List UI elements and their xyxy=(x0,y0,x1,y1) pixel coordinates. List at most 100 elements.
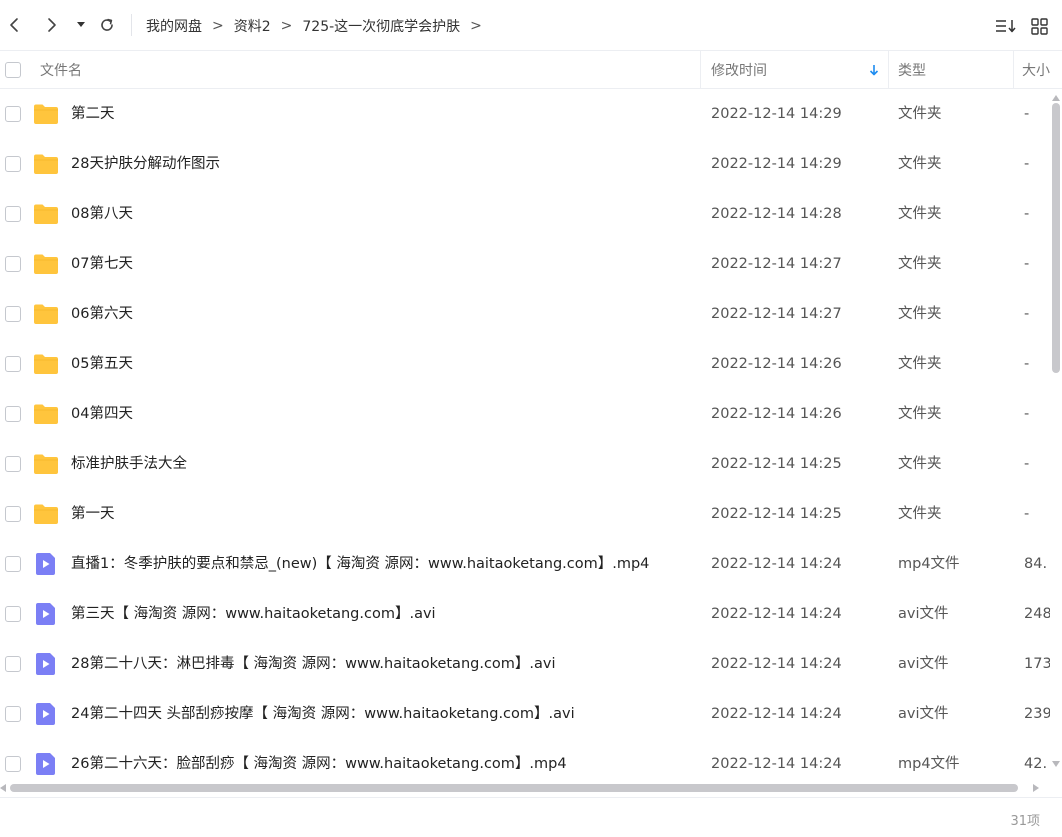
caret-down-icon xyxy=(77,22,85,27)
scroll-right-arrow-icon[interactable] xyxy=(1033,784,1039,792)
file-row[interactable]: 07第七天 2022-12-14 14:27 文件夹 - xyxy=(0,239,1050,289)
file-size: - xyxy=(1024,406,1030,422)
file-type: avi文件 xyxy=(898,656,949,672)
grid-view-button[interactable] xyxy=(1031,15,1051,37)
sort-desc-arrow-icon[interactable] xyxy=(869,51,879,89)
breadcrumb-separator: > xyxy=(280,18,293,34)
column-divider[interactable] xyxy=(888,51,889,89)
column-divider[interactable] xyxy=(700,51,701,89)
row-checkbox[interactable] xyxy=(5,756,21,772)
file-name[interactable]: 第三天【 海淘资 源网：www.haitaoketang.com】.avi xyxy=(71,589,436,639)
file-name[interactable]: 05第五天 xyxy=(71,339,133,389)
horizontal-scrollbar[interactable] xyxy=(0,779,1050,797)
file-name[interactable]: 28天护肤分解动作图示 xyxy=(71,139,220,189)
column-header-name[interactable]: 文件名 xyxy=(40,51,82,89)
breadcrumb-item[interactable]: 资料2 xyxy=(234,16,271,36)
column-header-size[interactable]: 大小 xyxy=(1022,51,1050,89)
scroll-left-arrow-icon[interactable] xyxy=(0,784,6,792)
file-type: 文件夹 xyxy=(898,206,942,222)
file-row[interactable]: 直播1：冬季护肤的要点和禁忌_(new)【 海淘资 源网：www.haitaok… xyxy=(0,539,1050,589)
row-checkbox[interactable] xyxy=(5,706,21,722)
file-row[interactable]: 05第五天 2022-12-14 14:26 文件夹 - xyxy=(0,339,1050,389)
row-checkbox[interactable] xyxy=(5,356,21,372)
file-row[interactable]: 第三天【 海淘资 源网：www.haitaoketang.com】.avi 202… xyxy=(0,589,1050,639)
file-size: - xyxy=(1024,156,1030,172)
file-name[interactable]: 直播1：冬季护肤的要点和禁忌_(new)【 海淘资 源网：www.haitaok… xyxy=(71,539,649,589)
file-row[interactable]: 28第二十八天：淋巴排毒【 海淘资 源网：www.haitaoketang.co… xyxy=(0,639,1050,689)
horizontal-scrollbar-thumb[interactable] xyxy=(10,784,1018,792)
breadcrumb-separator: > xyxy=(470,18,482,34)
row-checkbox[interactable] xyxy=(5,506,21,522)
file-modified-time: 2022-12-14 14:24 xyxy=(711,556,842,572)
scroll-down-arrow-icon[interactable] xyxy=(1052,761,1060,767)
row-checkbox[interactable] xyxy=(5,656,21,672)
row-checkbox[interactable] xyxy=(5,256,21,272)
select-all-checkbox[interactable] xyxy=(5,62,21,78)
file-type: 文件夹 xyxy=(898,306,942,322)
file-modified-time: 2022-12-14 14:26 xyxy=(711,406,842,422)
scroll-up-arrow-icon[interactable] xyxy=(1052,95,1060,101)
file-name[interactable]: 第一天 xyxy=(71,489,115,539)
file-type: 文件夹 xyxy=(898,456,942,472)
file-type: 文件夹 xyxy=(898,156,942,172)
breadcrumb-separator: > xyxy=(212,18,224,34)
vertical-scrollbar-thumb[interactable] xyxy=(1052,103,1060,373)
breadcrumb-item[interactable]: 我的网盘 xyxy=(146,16,202,36)
file-type: 文件夹 xyxy=(898,506,942,522)
breadcrumb-item[interactable]: 725-这一次彻底学会护肤 xyxy=(302,16,460,36)
row-checkbox[interactable] xyxy=(5,406,21,422)
row-checkbox[interactable] xyxy=(5,456,21,472)
column-header-type[interactable]: 类型 xyxy=(898,51,926,89)
column-header-modified[interactable]: 修改时间 xyxy=(711,51,767,89)
file-row[interactable]: 06第六天 2022-12-14 14:27 文件夹 - xyxy=(0,289,1050,339)
file-size: 173 xyxy=(1024,656,1050,672)
file-name[interactable]: 04第四天 xyxy=(71,389,133,439)
history-dropdown-button[interactable] xyxy=(74,13,88,37)
row-checkbox[interactable] xyxy=(5,156,21,172)
video-file-icon xyxy=(33,602,59,626)
file-row[interactable]: 第一天 2022-12-14 14:25 文件夹 - xyxy=(0,489,1050,539)
grid-view-icon xyxy=(1031,17,1048,35)
refresh-button[interactable] xyxy=(96,13,118,37)
sort-button[interactable] xyxy=(995,15,1019,37)
chevron-left-icon xyxy=(10,18,18,32)
column-divider[interactable] xyxy=(1013,51,1014,89)
breadcrumb: 我的网盘 > 资料2 > 725-这一次彻底学会护肤 > xyxy=(146,15,492,37)
toolbar-divider xyxy=(131,14,132,36)
file-name[interactable]: 24第二十四天 头部刮痧按摩【 海淘资 源网：www.haitaoketang.… xyxy=(71,689,575,739)
file-modified-time: 2022-12-14 14:24 xyxy=(711,756,842,772)
item-count: 31项 xyxy=(1010,814,1040,829)
select-all-checkbox-cell[interactable] xyxy=(5,51,21,89)
back-button[interactable] xyxy=(4,13,24,37)
file-row[interactable]: 04第四天 2022-12-14 14:26 文件夹 - xyxy=(0,389,1050,439)
folder-icon xyxy=(33,302,59,326)
file-row[interactable]: 08第八天 2022-12-14 14:28 文件夹 - xyxy=(0,189,1050,239)
folder-icon xyxy=(33,252,59,276)
file-name[interactable]: 06第六天 xyxy=(71,289,133,339)
file-name[interactable]: 标准护肤手法大全 xyxy=(71,439,187,489)
file-row[interactable]: 第二天 2022-12-14 14:29 文件夹 - xyxy=(0,89,1050,139)
file-row[interactable]: 24第二十四天 头部刮痧按摩【 海淘资 源网：www.haitaoketang.… xyxy=(0,689,1050,739)
row-checkbox[interactable] xyxy=(5,106,21,122)
file-name[interactable]: 28第二十八天：淋巴排毒【 海淘资 源网：www.haitaoketang.co… xyxy=(71,639,556,689)
file-row[interactable]: 28天护肤分解动作图示 2022-12-14 14:29 文件夹 - xyxy=(0,139,1050,189)
vertical-scrollbar[interactable] xyxy=(1050,89,1062,779)
file-row[interactable]: 标准护肤手法大全 2022-12-14 14:25 文件夹 - xyxy=(0,439,1050,489)
file-name[interactable]: 第二天 xyxy=(71,89,115,139)
file-name[interactable]: 08第八天 xyxy=(71,189,133,239)
row-checkbox[interactable] xyxy=(5,306,21,322)
file-row[interactable]: 26第二十六天：脸部刮痧【 海淘资 源网：www.haitaoketang.co… xyxy=(0,739,1050,779)
file-modified-time: 2022-12-14 14:24 xyxy=(711,656,842,672)
row-checkbox[interactable] xyxy=(5,556,21,572)
file-name[interactable]: 07第七天 xyxy=(71,239,133,289)
row-checkbox[interactable] xyxy=(5,206,21,222)
file-modified-time: 2022-12-14 14:24 xyxy=(711,606,842,622)
refresh-icon xyxy=(101,18,113,31)
folder-icon xyxy=(33,402,59,426)
forward-button[interactable] xyxy=(42,13,62,37)
file-name[interactable]: 26第二十六天：脸部刮痧【 海淘资 源网：www.haitaoketang.co… xyxy=(71,739,567,779)
video-file-icon xyxy=(33,752,59,776)
row-checkbox[interactable] xyxy=(5,606,21,622)
file-size: - xyxy=(1024,456,1030,472)
file-type: 文件夹 xyxy=(898,356,942,372)
